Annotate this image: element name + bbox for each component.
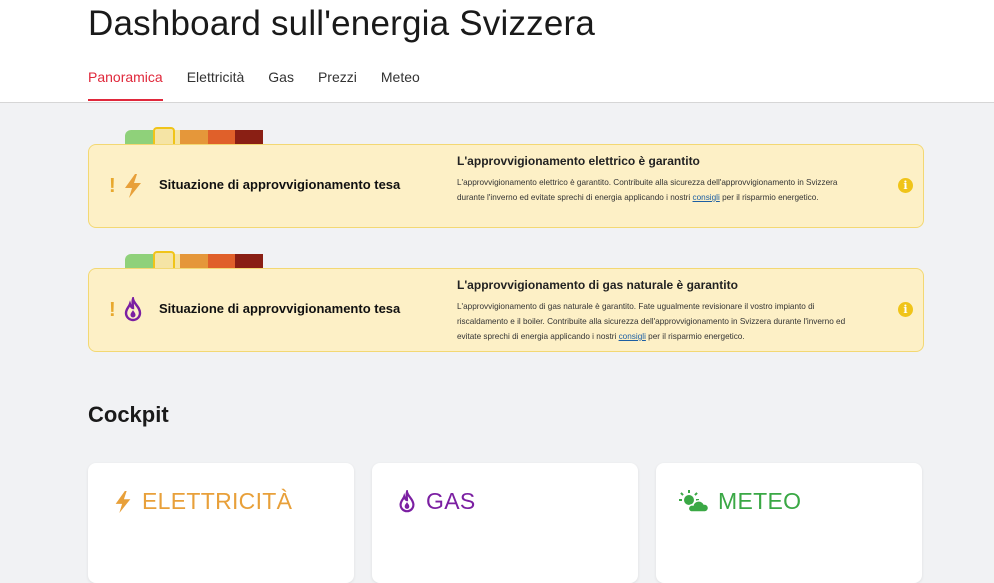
tab-prezzi[interactable]: Prezzi xyxy=(318,68,357,101)
tips-link[interactable]: consigli xyxy=(619,332,646,341)
card-title: GAS xyxy=(426,488,476,514)
supply-level-gauge xyxy=(125,251,263,271)
info-icon[interactable]: i xyxy=(898,302,913,317)
supply-level-gauge xyxy=(125,127,263,147)
gas-card[interactable]: GAS xyxy=(372,463,638,583)
info-icon[interactable]: i xyxy=(898,178,913,193)
alert-body: L'approvvigionamento elettrico è garanti… xyxy=(457,175,857,205)
lightning-icon xyxy=(115,491,131,513)
gauge-segment xyxy=(235,254,263,268)
tab-bar: Panoramica Elettricità Gas Prezzi Meteo xyxy=(88,68,444,101)
alert-body-text: per il risparmio energetico. xyxy=(645,332,745,341)
flame-icon xyxy=(399,490,415,513)
tab-meteo[interactable]: Meteo xyxy=(381,68,420,101)
page-title: Dashboard sull'energia Svizzera xyxy=(88,4,596,43)
header: Dashboard sull'energia Svizzera Panorami… xyxy=(0,0,994,103)
lightning-icon xyxy=(125,174,141,198)
gauge-segment xyxy=(180,130,208,144)
tab-gas[interactable]: Gas xyxy=(268,68,294,101)
gauge-segment xyxy=(207,130,236,144)
gauge-segment xyxy=(235,130,263,144)
supply-status: Situazione di approvvigionamento tesa xyxy=(159,301,401,316)
alert-body: L'approvvigionamento di gas naturale è g… xyxy=(457,299,857,344)
weather-card[interactable]: METEO xyxy=(656,463,922,583)
gas-supply-alert: ! Situazione di approvvigionamento tesa … xyxy=(88,268,924,352)
gauge-segment xyxy=(125,130,153,144)
tips-link[interactable]: consigli xyxy=(693,193,720,202)
electricity-card[interactable]: ELETTRICITÀ xyxy=(88,463,354,583)
card-title: ELETTRICITÀ xyxy=(142,488,293,514)
alert-body-text: per il risparmio energetico. xyxy=(719,193,819,202)
warning-exclamation-icon: ! xyxy=(109,299,116,321)
tab-panoramica[interactable]: Panoramica xyxy=(88,68,163,101)
warning-exclamation-icon: ! xyxy=(109,175,116,197)
alert-heading: L'approvvigionamento di gas naturale è g… xyxy=(457,278,738,292)
gauge-segment xyxy=(125,254,153,268)
supply-status: Situazione di approvvigionamento tesa xyxy=(159,177,401,192)
gauge-segment xyxy=(180,254,208,268)
cockpit-title: Cockpit xyxy=(88,402,169,427)
alert-heading: L'approvvigionamento elettrico è garanti… xyxy=(457,154,700,168)
electricity-supply-alert: ! Situazione di approvvigionamento tesa … xyxy=(88,144,924,228)
sun-cloud-icon xyxy=(679,490,708,513)
gauge-segment xyxy=(207,254,236,268)
card-title: METEO xyxy=(718,488,802,514)
flame-icon xyxy=(124,297,142,322)
tab-elettricita[interactable]: Elettricità xyxy=(187,68,245,101)
